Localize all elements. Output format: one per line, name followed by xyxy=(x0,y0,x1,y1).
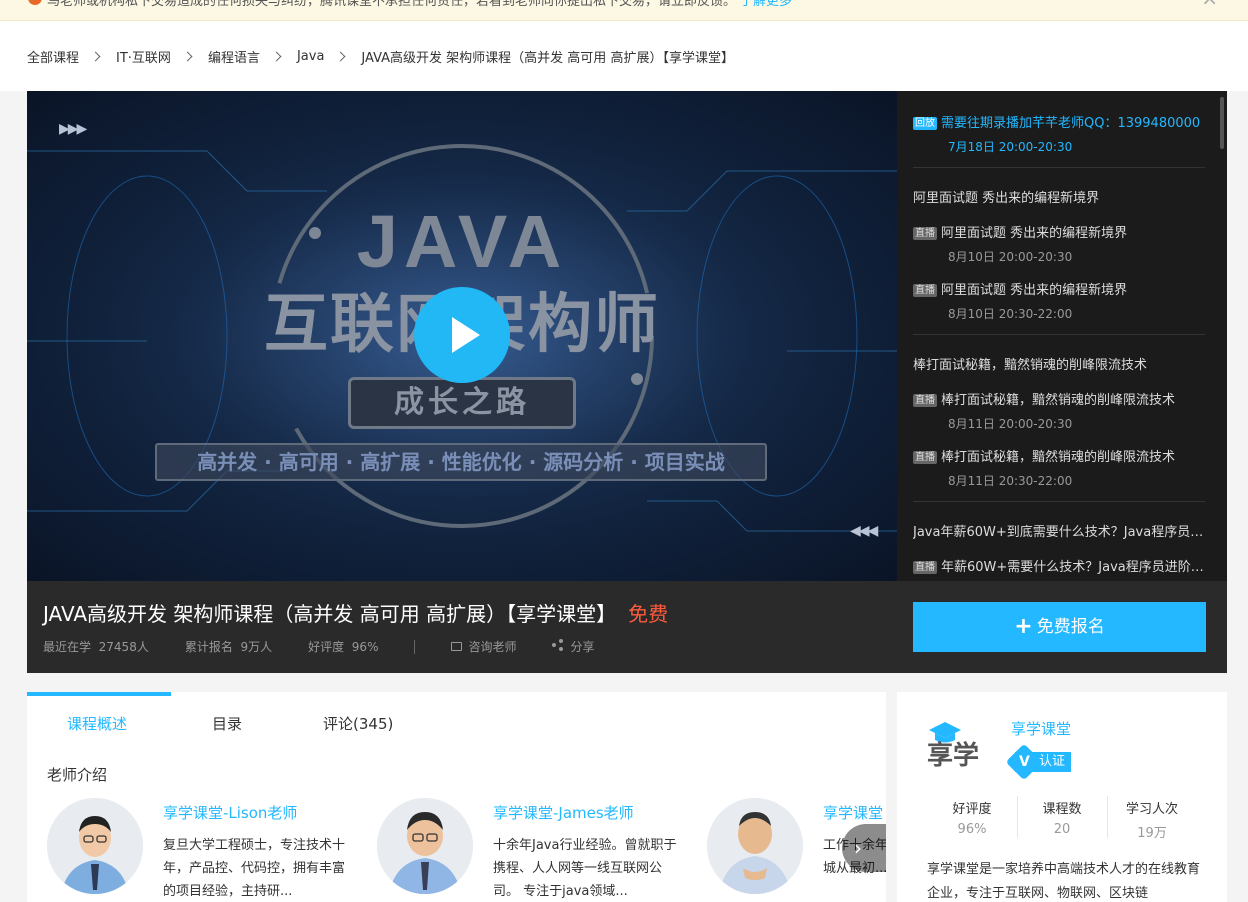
schedule-item-title: 棒打面试秘籍，黯然销魂的削峰限流技术 xyxy=(941,393,1176,408)
chevron-right-icon xyxy=(90,51,101,62)
divider xyxy=(913,501,1205,502)
schedule-item[interactable]: 直播 阿里面试题 秀出来的编程新境界 8月10日 20:30-22:00 xyxy=(913,279,1205,322)
divider xyxy=(913,167,1205,168)
chat-icon xyxy=(451,642,463,651)
schedule-item-title: 阿里面试题 秀出来的编程新境界 xyxy=(941,283,1128,298)
breadcrumb: 全部课程 IT·互联网 编程语言 Java JAVA高级开发 架构师课程（高并发… xyxy=(27,47,734,66)
live-badge: 直播 xyxy=(913,394,937,407)
course-price: 免费 xyxy=(628,602,669,626)
schedule-item-time: 8月10日 20:00-20:30 xyxy=(948,250,1073,264)
schedule-item[interactable]: 直播 棒打面试秘籍，黯然销魂的削峰限流技术 8月11日 20:00-20:30 xyxy=(913,389,1205,432)
org-stat-learners: 学习人次 19万 xyxy=(1125,802,1178,841)
tab-catalog[interactable]: 目录 xyxy=(212,713,242,734)
schedule-item-time: 8月11日 20:00-20:30 xyxy=(948,417,1073,431)
stat-learning: 最近在学 27458人 xyxy=(43,640,149,654)
teacher-section-title: 老师介绍 xyxy=(47,766,108,784)
avatar xyxy=(707,798,803,894)
schedule-item-time: 8月11日 20:30-22:00 xyxy=(948,474,1073,488)
tab-comments[interactable]: 评论(345) xyxy=(323,713,393,734)
avatar xyxy=(377,798,473,894)
chevron-right-icon[interactable]: › xyxy=(842,824,886,872)
cover-java-text: JAVA xyxy=(356,200,568,283)
schedule-group-title: Java年薪60W+到底需要什么技术？Java程序员进阶之路 xyxy=(913,525,1205,540)
breadcrumb-item-it[interactable]: IT·互联网 xyxy=(116,47,171,66)
course-title: JAVA高级开发 架构师课程（高并发 高可用 高扩展）【享学课堂】 免费 xyxy=(43,602,669,626)
divider xyxy=(913,334,1205,335)
free-enroll-button[interactable]: + 免费报名 xyxy=(913,602,1206,652)
cover-tags-text: 高并发 · 高可用 · 高扩展 · 性能优化 · 源码分析 · 项目实战 xyxy=(155,443,767,481)
decor-arrows: ▶▶▶ xyxy=(59,121,87,137)
teacher-desc: 复旦大学工程硕士，专注技术十年，产品控、代码控，拥有丰富的项目经验，主持研... xyxy=(163,838,346,899)
verified-badge: V 认证 xyxy=(1005,743,1072,781)
breadcrumb-item-current: JAVA高级开发 架构师课程（高并发 高可用 高扩展）【享学课堂】 xyxy=(361,51,734,66)
schedule-item[interactable]: 直播 年薪60W+需要什么技术？Java程序员进阶之路 xyxy=(913,556,1205,575)
course-detail-panel: 课程概述 目录 评论(345) 老师介绍 享学课堂-Lison老师 复旦大学工程… xyxy=(27,692,886,902)
schedule-item-title: 需要往期录播加芊芊老师QQ：1399480000 xyxy=(941,116,1201,131)
verified-v-icon: V xyxy=(1019,754,1030,770)
stat-rating: 好评度 96% xyxy=(308,640,379,654)
warning-icon: ! xyxy=(28,0,42,5)
plus-icon: + xyxy=(1014,614,1033,639)
breadcrumb-item-java[interactable]: Java xyxy=(297,49,324,64)
teacher-desc: 十余年Java行业经验。曾就职于携程、人人网等一线互联网公司。 专注于java领… xyxy=(493,838,677,899)
scrollbar[interactable] xyxy=(1220,97,1224,149)
schedule-item[interactable]: 直播 阿里面试题 秀出来的编程新境界 8月10日 20:00-20:30 xyxy=(913,222,1205,265)
chevron-right-icon xyxy=(335,51,346,62)
schedule-item-title: 年薪60W+需要什么技术？Java程序员进阶之路 xyxy=(941,560,1205,575)
course-info-bar: JAVA高级开发 架构师课程（高并发 高可用 高扩展）【享学课堂】 免费 最近在学… xyxy=(27,581,1227,673)
schedule-item-time: 7月18日 20:00-20:30 xyxy=(948,140,1073,154)
notice-learn-more-link[interactable]: 了解更多 xyxy=(740,0,792,9)
breadcrumb-bar: 全部课程 IT·互联网 编程语言 Java JAVA高级开发 架构师课程（高并发… xyxy=(0,21,1248,91)
live-badge: 直播 xyxy=(913,451,937,464)
notice-bar: ! 马老师或机构私下交易造成的任何损失与纠纷，腾讯课堂不承担任何责任，若看到老师… xyxy=(0,0,1248,21)
tab-overview[interactable]: 课程概述 xyxy=(67,713,127,734)
play-icon xyxy=(452,317,480,353)
share-link[interactable]: 分享 xyxy=(552,638,595,655)
close-icon[interactable]: × xyxy=(1201,0,1218,8)
chevron-right-icon xyxy=(271,51,282,62)
organization-card: 享学 享学课堂 V 认证 好评度 96% 课程数 20 学习人次 19万 享学课… xyxy=(897,692,1227,902)
divider xyxy=(414,639,416,654)
breadcrumb-item-programming[interactable]: 编程语言 xyxy=(208,47,260,66)
live-badge: 直播 xyxy=(913,561,937,574)
replay-badge: 回放 xyxy=(913,117,937,130)
teacher-name[interactable]: 享学课堂-Lison老师 xyxy=(163,802,297,823)
live-schedule-list: 回放 需要往期录播加芊芊老师QQ：1399480000 7月18日 20:00-2… xyxy=(897,91,1227,581)
live-badge: 直播 xyxy=(913,284,937,297)
tab-active-indicator xyxy=(27,692,171,696)
consult-teacher-link[interactable]: 咨询老师 xyxy=(451,638,516,655)
course-stats: 最近在学 27458人 累计报名 9万人 好评度 96% 咨询老师 分享 xyxy=(43,638,595,655)
decor-arrows-back: ◀◀◀ xyxy=(850,523,878,539)
schedule-item[interactable]: 直播 棒打面试秘籍，黯然销魂的削峰限流技术 8月11日 20:30-22:00 xyxy=(913,446,1205,489)
org-logo[interactable]: 享学 xyxy=(927,720,991,770)
video-player[interactable]: ▶▶▶ ◀◀◀ JAVA 互联网架构师 成长之路 高并发 · 高可用 · 高扩展… xyxy=(27,91,897,581)
schedule-item-replay[interactable]: 回放 需要往期录播加芊芊老师QQ：1399480000 7月18日 20:00-2… xyxy=(913,112,1205,155)
teacher-name[interactable]: 享学课堂 xyxy=(823,802,883,823)
notice-text: 马老师或机构私下交易造成的任何损失与纠纷，腾讯课堂不承担任何责任，若看到老师向你… xyxy=(47,0,792,9)
stat-enrolled: 累计报名 9万人 xyxy=(184,640,273,654)
breadcrumb-item-all-courses[interactable]: 全部课程 xyxy=(27,47,79,66)
cover-sub-text: 成长之路 xyxy=(348,377,576,429)
avatar xyxy=(47,798,143,894)
org-stat-courses: 课程数 20 xyxy=(1042,802,1082,837)
org-description: 享学课堂是一家培养中高端技术人才的在线教育企业，专注于互联网、物联网、区块链 xyxy=(927,862,1201,901)
schedule-item-title: 棒打面试秘籍，黯然销魂的削峰限流技术 xyxy=(941,450,1176,465)
org-stat-rating: 好评度 96% xyxy=(952,802,992,837)
live-badge: 直播 xyxy=(913,227,937,240)
schedule-item-title: 阿里面试题 秀出来的编程新境界 xyxy=(941,226,1128,241)
chevron-right-icon xyxy=(182,51,193,62)
teacher-name[interactable]: 享学课堂-James老师 xyxy=(493,802,634,823)
org-logo-text: 享学 xyxy=(927,740,979,770)
org-name[interactable]: 享学课堂 xyxy=(1011,718,1071,739)
share-icon xyxy=(552,639,564,651)
schedule-group-title: 棒打面试秘籍，黯然销魂的削峰限流技术 xyxy=(913,358,1148,373)
play-button[interactable] xyxy=(414,287,510,383)
schedule-group-title: 阿里面试题 秀出来的编程新境界 xyxy=(913,191,1100,206)
schedule-item-time: 8月10日 20:30-22:00 xyxy=(948,307,1073,321)
